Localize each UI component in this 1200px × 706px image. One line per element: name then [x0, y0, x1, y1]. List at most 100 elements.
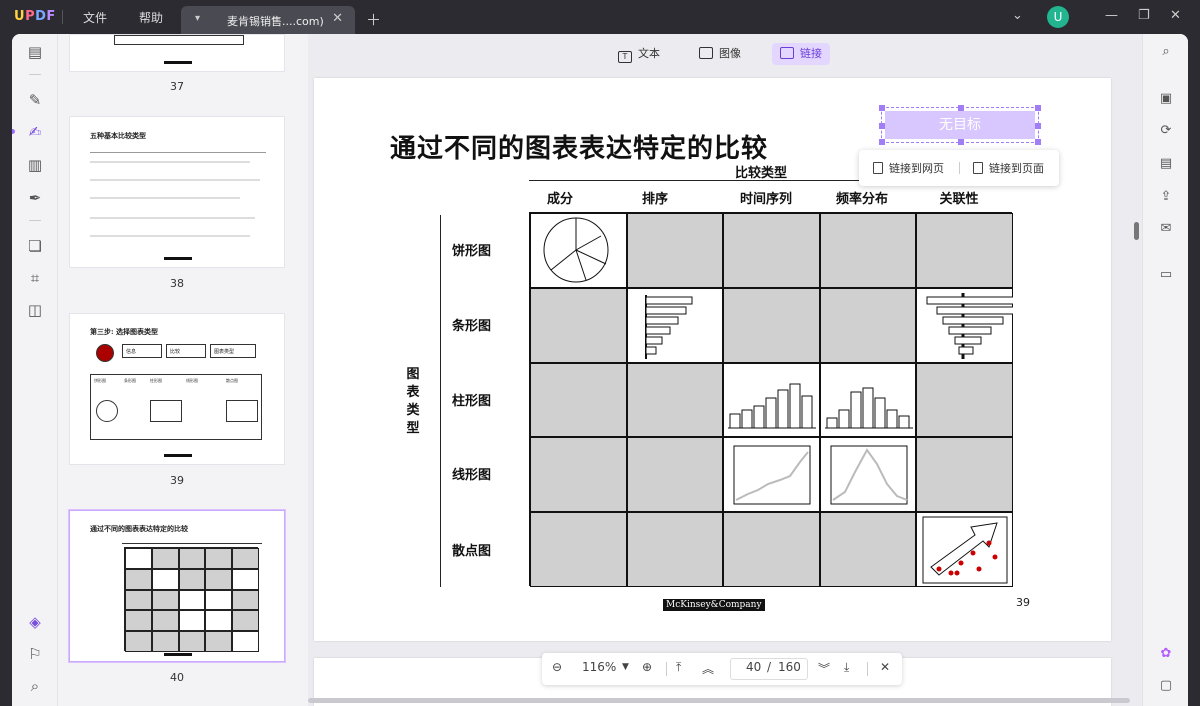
grid-cell	[530, 512, 627, 587]
thumbnail-number: 39	[170, 474, 184, 487]
thumb-footer	[164, 257, 192, 260]
grid-cell	[819, 512, 917, 587]
last-page-icon[interactable]: ⤓	[844, 660, 849, 675]
thumb-scatter	[226, 400, 258, 422]
close-window-icon[interactable]: ✕	[1170, 8, 1181, 23]
vertical-scrollbar[interactable]	[1134, 222, 1139, 240]
layers-icon[interactable]: ◈	[25, 612, 45, 632]
first-page-icon[interactable]: ⤒	[676, 660, 681, 675]
thumb-grid-cell	[125, 568, 152, 590]
column-header: 时间序列	[739, 192, 792, 207]
thumb-grid-cell	[232, 589, 259, 611]
restore-icon[interactable]: ❐	[1138, 8, 1150, 23]
ai-assistant-icon[interactable]: ✿	[1157, 645, 1175, 663]
protect-file-icon[interactable]: ▤	[1157, 155, 1175, 173]
edit-pdf-icon[interactable]: ✍	[25, 122, 45, 142]
zoom-level[interactable]: 116%	[582, 660, 616, 674]
close-tab-icon[interactable]: ✕	[332, 11, 343, 26]
text-icon: T	[618, 51, 632, 63]
grid-cell	[819, 362, 917, 438]
main-window: ▤ ✎ ✍ ▥ ✒ ❏ ⌗ ◫ ◈ ⚐ ⌕ 37 五种基本比较类型 38 第三步…	[12, 34, 1188, 706]
thumbnail-page-38[interactable]: 五种基本比较类型	[69, 116, 285, 268]
thumb-text-line	[90, 161, 250, 163]
left-tool-rail: ▤ ✎ ✍ ▥ ✒ ❏ ⌗ ◫ ◈ ⚐ ⌕	[12, 34, 58, 706]
grid-cell	[916, 213, 1013, 288]
thumb-footer	[164, 454, 192, 457]
new-tab-icon[interactable]: ＋	[366, 9, 381, 30]
resize-handle[interactable]	[1035, 139, 1041, 145]
share-icon[interactable]: ⇪	[1157, 188, 1175, 206]
page-title: 通过不同的图表表达特定的比较	[390, 134, 769, 164]
highlighter-icon[interactable]: ✎	[25, 90, 45, 110]
current-page-input[interactable]: 40	[746, 660, 761, 674]
link-tool-button[interactable]: 链接	[772, 43, 830, 65]
thumbnail-page-40[interactable]: 通过不同的图表表达特定的比较	[69, 510, 285, 662]
close-nav-icon[interactable]: ✕	[880, 660, 890, 674]
pdf-page[interactable]: 通过不同的图表表达特定的比较 比较类型 成分 排序 时间序列 频率分布 关联性 …	[314, 78, 1111, 641]
text-tool-button[interactable]: T 文本	[610, 43, 668, 65]
menu-file[interactable]: 文件	[83, 9, 107, 26]
organize-pages-icon[interactable]: ❏	[25, 236, 45, 256]
sign-icon[interactable]: ✒	[25, 188, 45, 208]
ocr-icon[interactable]: ▣	[1157, 90, 1175, 108]
resize-handle[interactable]	[1035, 105, 1041, 111]
column-header: 频率分布	[835, 192, 888, 207]
link-icon	[780, 47, 794, 59]
previous-page-icon[interactable]: ︽	[702, 660, 714, 677]
grid-cell	[723, 362, 820, 438]
minimize-icon[interactable]: —	[1105, 8, 1118, 23]
grid-cell	[626, 362, 724, 438]
image-tool-button[interactable]: 图像	[691, 43, 749, 65]
next-page-icon[interactable]: ︾	[818, 660, 830, 677]
zoom-in-icon[interactable]: ⊕	[642, 660, 652, 674]
convert-icon[interactable]: ⟳	[1157, 122, 1175, 140]
link-options-popup: 链接到网页 链接到页面	[859, 150, 1059, 186]
column-header: 成分	[546, 192, 573, 207]
save-icon[interactable]: ▭	[1157, 266, 1175, 284]
thumb-label: 散点图	[226, 378, 238, 383]
resize-handle[interactable]	[879, 139, 885, 145]
link-to-web-button[interactable]: 链接到网页	[873, 160, 944, 176]
grid-cell	[530, 437, 627, 513]
thumb-grid-cell	[205, 610, 233, 632]
horizontal-scrollbar[interactable]	[308, 698, 1130, 703]
right-tool-rail: ⌕ ▣ ⟳ ▤ ⇪ ✉ ▭ ✿ ▢	[1142, 34, 1188, 706]
title-separator	[62, 10, 63, 24]
reader-icon[interactable]: ▤	[25, 42, 45, 62]
comment-icon[interactable]: ▢	[1157, 677, 1175, 695]
chevron-down-icon[interactable]: ⌄	[1012, 8, 1023, 23]
resize-handle[interactable]	[958, 105, 964, 111]
thumbnail-page-39[interactable]: 第三步: 选择图表类型 信息 比较 图表类型 饼形图 条形图 柱形图 线形图 散…	[69, 313, 285, 465]
tab-dropdown-icon[interactable]: ▾	[195, 13, 200, 24]
attachment-icon[interactable]: ⌕	[25, 676, 45, 696]
thumb-line-chart	[150, 400, 182, 422]
bookmark-icon[interactable]: ⚐	[25, 644, 45, 664]
thumbnail-page-37[interactable]	[69, 34, 285, 72]
row-header: 条形图	[452, 319, 492, 334]
form-icon[interactable]: ▥	[25, 155, 45, 175]
resize-handle[interactable]	[1035, 123, 1041, 129]
link-to-page-button[interactable]: 链接到页面	[973, 160, 1044, 176]
cell-chart-illustration	[644, 294, 693, 359]
email-icon[interactable]: ✉	[1157, 220, 1175, 238]
protect-icon[interactable]: ◫	[25, 300, 45, 320]
search-icon[interactable]: ⌕	[1157, 43, 1175, 61]
link-selection[interactable]: 无目标	[879, 105, 1041, 145]
crop-icon[interactable]: ⌗	[25, 268, 45, 288]
resize-handle[interactable]	[879, 123, 885, 129]
row-header: 散点图	[452, 544, 492, 559]
resize-handle[interactable]	[958, 139, 964, 145]
document-tab[interactable]: ▾ 麦肯锡销售....com) ✕	[181, 6, 355, 34]
zoom-dropdown-icon[interactable]: ▼	[622, 662, 629, 672]
total-pages: 160	[778, 660, 801, 674]
page-link-icon	[973, 162, 983, 174]
zoom-out-icon[interactable]: ⊖	[552, 660, 562, 674]
page-navigation-bar: ⊖ 116% ▼ ⊕ ⤒ ︽ 40 / 160 ︾ ⤓ ✕	[542, 653, 902, 685]
resize-handle[interactable]	[879, 105, 885, 111]
comparison-type-label: 比较类型	[735, 166, 788, 181]
link-target-placeholder[interactable]: 无目标	[885, 111, 1035, 139]
avatar[interactable]: U	[1047, 6, 1069, 28]
title-bar: UPDF 文件 帮助 ▾ 麦肯锡销售....com) ✕ ＋ ⌄ U — ❐ ✕	[0, 0, 1200, 34]
menu-help[interactable]: 帮助	[139, 9, 163, 26]
thumb-grid-cell	[125, 631, 152, 652]
